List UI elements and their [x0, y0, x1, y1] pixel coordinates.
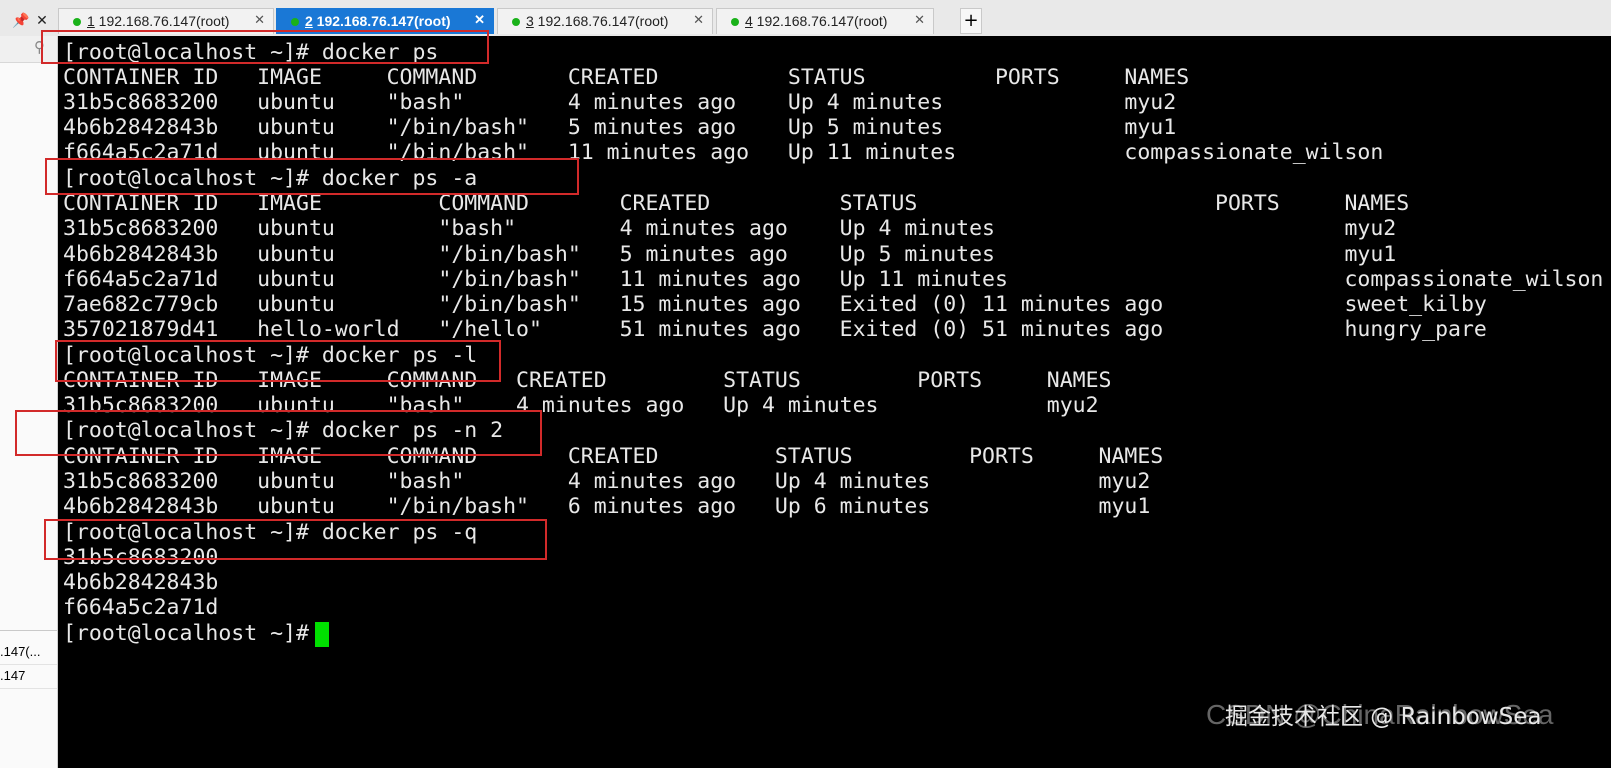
tab-number: 4	[745, 13, 753, 29]
session-sidebar: ⚲ .147(... .147	[0, 36, 58, 768]
tab-title: 192.168.76.147(root)	[312, 13, 451, 29]
prompt-line: [root@localhost ~]#	[63, 621, 322, 646]
output-row: f664a5c2a71d ubuntu "/bin/bash" 11 minut…	[63, 267, 1604, 292]
tab-number: 2	[305, 13, 313, 29]
output-row: f664a5c2a71d	[63, 595, 219, 620]
command-highlight-box	[41, 30, 489, 64]
tab-title: 192.168.76.147(root)	[752, 13, 888, 29]
tab-title: 192.168.76.147(root)	[533, 13, 669, 29]
table-header: CONTAINER ID IMAGE COMMAND CREATED STATU…	[63, 65, 1190, 90]
sidebar-session-item[interactable]: .147(...	[0, 640, 57, 665]
new-tab-button[interactable]: +	[960, 8, 982, 34]
tab-session-3[interactable]: 3 192.168.76.147(root) ✕	[497, 8, 713, 34]
command-highlight-box	[44, 519, 547, 560]
output-row: 4b6b2842843b ubuntu "/bin/bash" 5 minute…	[63, 242, 1397, 267]
terminal-output[interactable]: [root@localhost ~]# docker ps CONTAINER …	[58, 36, 1611, 768]
output-row: 4b6b2842843b	[63, 570, 219, 595]
output-row: 31b5c8683200 ubuntu "bash" 4 minutes ago…	[63, 90, 1177, 115]
close-tab-icon[interactable]: ✕	[914, 12, 925, 28]
tab-session-4[interactable]: 4 192.168.76.147(root) ✕	[716, 8, 934, 34]
connected-status-icon	[731, 18, 739, 26]
tab-number: 1	[87, 13, 95, 29]
tab-number: 3	[526, 13, 534, 29]
connected-status-icon	[291, 18, 299, 26]
close-icon[interactable]: ✕	[31, 10, 53, 32]
pin-icon[interactable]: 📌	[10, 10, 32, 32]
close-tab-icon[interactable]: ✕	[474, 12, 485, 28]
command-highlight-box	[55, 340, 501, 382]
output-row: 4b6b2842843b ubuntu "/bin/bash" 6 minute…	[63, 494, 1151, 519]
sidebar-session-item[interactable]: .147	[0, 664, 57, 689]
output-row: 31b5c8683200 ubuntu "bash" 4 minutes ago…	[63, 216, 1397, 241]
connected-status-icon	[73, 18, 81, 26]
close-tab-icon[interactable]: ✕	[693, 12, 704, 28]
tab-title: 192.168.76.147(root)	[94, 13, 230, 29]
connected-status-icon	[512, 18, 520, 26]
output-row: 31b5c8683200 ubuntu "bash" 4 minutes ago…	[63, 469, 1151, 494]
terminal-cursor	[315, 622, 329, 647]
command-highlight-box	[15, 410, 542, 456]
sidebar-divider	[0, 630, 57, 631]
command-highlight-box	[45, 158, 579, 195]
output-row: 4b6b2842843b ubuntu "/bin/bash" 5 minute…	[63, 115, 1177, 140]
close-tab-icon[interactable]: ✕	[254, 12, 265, 28]
watermark-juejin: 掘金技术社区 @ RainbowSea	[1225, 704, 1542, 730]
output-row: 7ae682c779cb ubuntu "/bin/bash" 15 minut…	[63, 292, 1487, 317]
